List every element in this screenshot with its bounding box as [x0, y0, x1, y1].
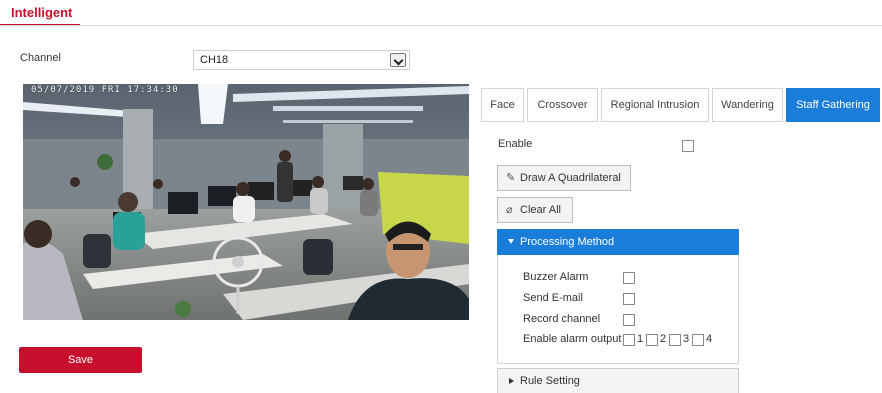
tab-face[interactable]: Face	[481, 88, 524, 122]
video-timestamp: 05/07/2019 FRI 17:34:30	[31, 85, 179, 95]
tab-wandering[interactable]: Wandering	[712, 88, 783, 122]
tab-crossover[interactable]: Crossover	[527, 88, 598, 122]
buzzer-alarm-label: Buzzer Alarm	[523, 271, 589, 283]
alarm-output-4-checkbox[interactable]	[692, 334, 704, 346]
caret-down-icon	[508, 239, 514, 244]
tab-intelligent[interactable]: Intelligent	[0, 0, 80, 26]
channel-select-value: CH18	[200, 54, 229, 66]
draw-quadrilateral-button[interactable]: ✎ Draw A Quadrilateral	[497, 165, 631, 191]
processing-method-title: Processing Method	[520, 236, 615, 248]
clear-all-button[interactable]: ⌀ Clear All	[497, 197, 573, 223]
save-button[interactable]: Save	[19, 347, 142, 373]
send-email-label: Send E-mail	[523, 292, 583, 304]
eraser-icon: ⌀	[506, 204, 513, 216]
clear-all-label: Clear All	[520, 204, 561, 216]
tab-staff-gathering[interactable]: Staff Gathering	[786, 88, 880, 122]
enable-label: Enable	[498, 138, 533, 150]
record-channel-checkbox[interactable]	[623, 314, 635, 326]
enable-checkbox[interactable]	[682, 140, 694, 152]
record-channel-label: Record channel	[523, 313, 601, 325]
channel-select[interactable]: CH18	[193, 50, 410, 70]
tab-regional-intrusion[interactable]: Regional Intrusion	[601, 88, 709, 122]
camera-scene	[23, 84, 469, 320]
send-email-checkbox[interactable]	[623, 293, 635, 305]
chevron-down-icon[interactable]	[390, 53, 406, 67]
alarm-output-1-label: 1	[637, 333, 644, 345]
draw-quadrilateral-label: Draw A Quadrilateral	[520, 172, 621, 184]
alarm-output-label: Enable alarm output	[523, 333, 622, 345]
channel-label: Channel	[20, 52, 61, 64]
video-preview[interactable]: 05/07/2019 FRI 17:34:30	[23, 84, 469, 320]
alarm-output-4-label: 4	[706, 333, 713, 345]
tab-intelligent-label: Intelligent	[11, 5, 73, 20]
header-divider	[0, 25, 882, 26]
rule-setting-title: Rule Setting	[520, 375, 580, 387]
processing-method-header[interactable]: Processing Method	[497, 229, 739, 255]
buzzer-alarm-checkbox[interactable]	[623, 272, 635, 284]
alarm-output-3-checkbox[interactable]	[669, 334, 681, 346]
caret-right-icon	[509, 378, 514, 384]
alarm-output-2-checkbox[interactable]	[646, 334, 658, 346]
alarm-output-1-checkbox[interactable]	[623, 334, 635, 346]
alarm-output-2-label: 2	[660, 333, 667, 345]
alarm-output-3-label: 3	[683, 333, 690, 345]
pencil-icon: ✎	[506, 172, 516, 184]
rule-setting-header[interactable]: Rule Setting	[497, 368, 739, 393]
